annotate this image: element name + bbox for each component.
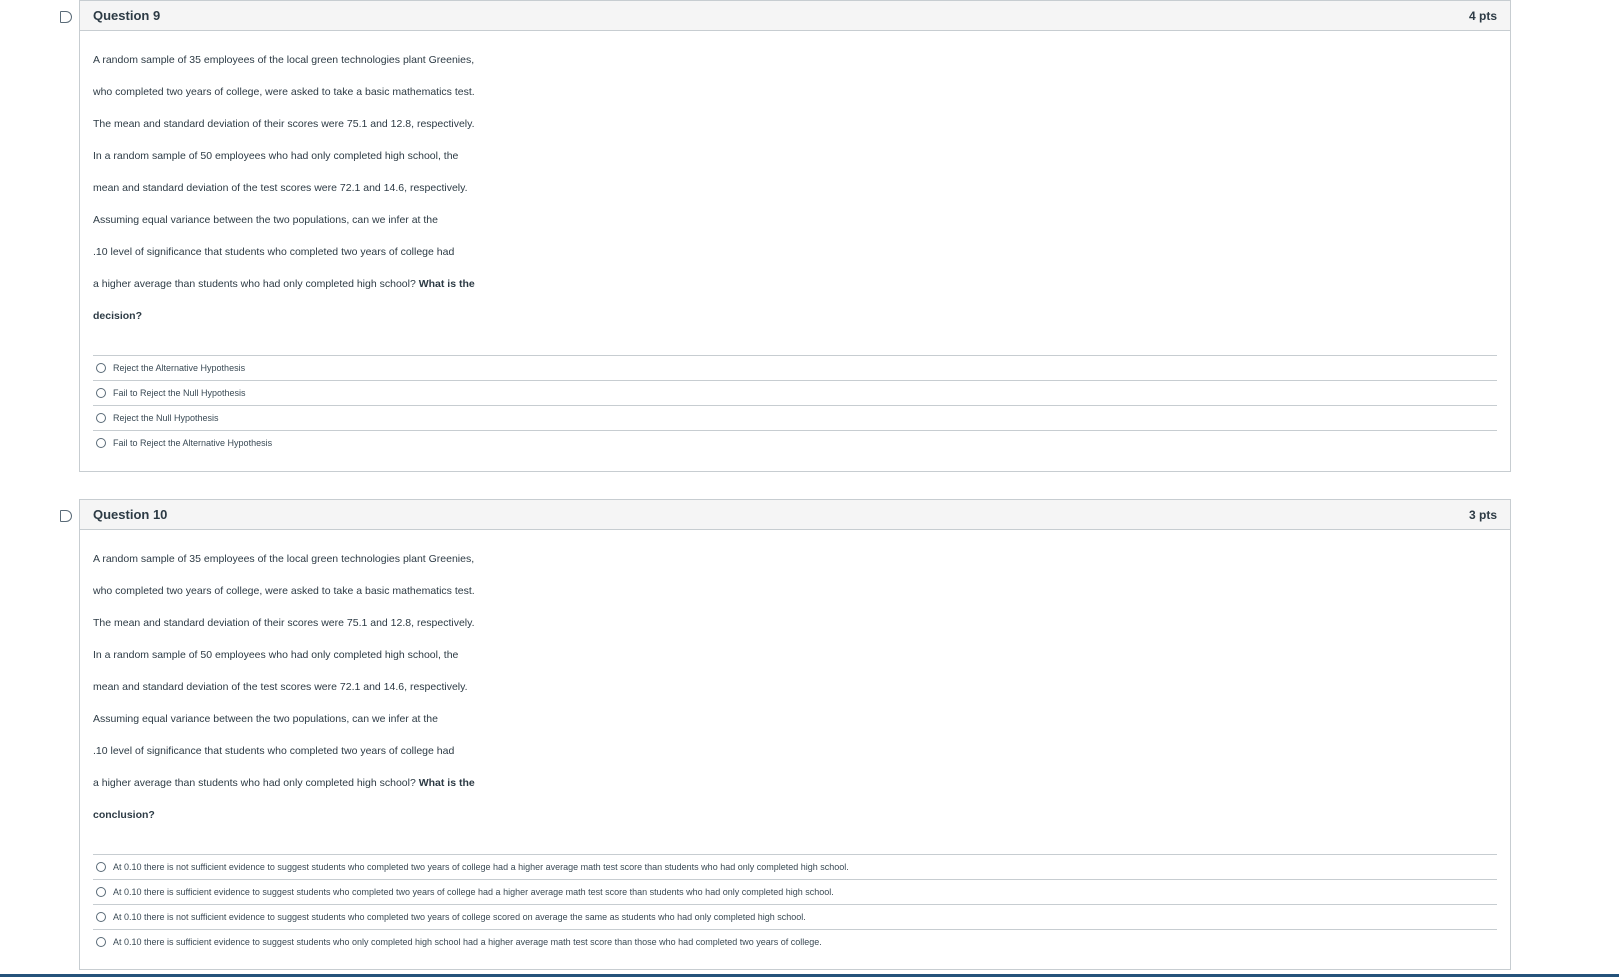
question-text-line: The mean and standard deviation of their… <box>93 118 475 130</box>
answer-option[interactable]: At 0.10 there is not sufficient evidence… <box>93 904 1497 929</box>
flag-question-icon[interactable] <box>60 510 72 522</box>
question-text-line: Assuming equal variance between the two … <box>93 214 438 226</box>
question-text-plain: a higher average than students who had o… <box>93 777 419 789</box>
question-title: Question 10 <box>93 507 168 522</box>
radio-button[interactable] <box>96 413 106 423</box>
answer-label[interactable]: At 0.10 there is not sufficient evidence… <box>113 912 806 922</box>
radio-button[interactable] <box>96 912 106 922</box>
question-header: Question 9 4 pts <box>80 1 1510 31</box>
question-text: A random sample of 35 employees of the l… <box>80 31 1510 332</box>
question-text-line: In a random sample of 50 employees who h… <box>93 649 459 661</box>
answer-option[interactable]: At 0.10 there is not sufficient evidence… <box>93 854 1497 879</box>
radio-button[interactable] <box>96 438 106 448</box>
question-prompt-bold: What is the <box>418 278 475 290</box>
question-text-line: Assuming equal variance between the two … <box>93 713 438 725</box>
question-points: 4 pts <box>1468 8 1497 23</box>
answer-label[interactable]: At 0.10 there is not sufficient evidence… <box>113 862 849 872</box>
question-9-card: Question 9 4 pts A random sample of 35 e… <box>60 0 1511 472</box>
question-text-line: who completed two years of college, were… <box>93 86 475 98</box>
question-prompt-bold: What is the <box>418 777 475 789</box>
question-header: Question 10 3 pts <box>80 500 1510 530</box>
radio-button[interactable] <box>96 363 106 373</box>
question-text: A random sample of 35 employees of the l… <box>80 530 1510 831</box>
question-text-line: A random sample of 35 employees of the l… <box>93 54 475 66</box>
radio-button[interactable] <box>96 887 106 897</box>
answer-option[interactable]: Reject the Null Hypothesis <box>93 405 1497 430</box>
answer-option[interactable]: At 0.10 there is sufficient evidence to … <box>93 879 1497 904</box>
question-text-line: a higher average than students who had o… <box>93 268 1497 300</box>
radio-button[interactable] <box>96 862 106 872</box>
answer-label[interactable]: Fail to Reject the Null Hypothesis <box>113 388 246 398</box>
question-text-line: mean and standard deviation of the test … <box>93 681 468 693</box>
question-10-card: Question 10 3 pts A random sample of 35 … <box>60 499 1511 970</box>
question-text-line: In a random sample of 50 employees who h… <box>93 150 459 162</box>
question-text-line: .10 level of significance that students … <box>93 745 455 757</box>
question-prompt-bold-tail: conclusion? <box>93 809 155 821</box>
answer-option[interactable]: Fail to Reject the Alternative Hypothesi… <box>93 430 1497 455</box>
question-text-line: decision? <box>93 300 1497 332</box>
answer-label[interactable]: Reject the Null Hypothesis <box>113 413 219 423</box>
answer-label[interactable]: Reject the Alternative Hypothesis <box>113 363 245 373</box>
question-text-line: A random sample of 35 employees of the l… <box>93 553 475 565</box>
radio-button[interactable] <box>96 937 106 947</box>
question-text-plain: a higher average than students who had o… <box>93 278 419 290</box>
answer-option[interactable]: Fail to Reject the Null Hypothesis <box>93 380 1497 405</box>
question-prompt-bold-tail: decision? <box>93 310 143 322</box>
question-title: Question 9 <box>93 8 161 23</box>
question-points: 3 pts <box>1468 507 1497 522</box>
answer-label[interactable]: Fail to Reject the Alternative Hypothesi… <box>113 438 272 448</box>
question-text-line: mean and standard deviation of the test … <box>93 182 468 194</box>
radio-button[interactable] <box>96 388 106 398</box>
answer-label[interactable]: At 0.10 there is sufficient evidence to … <box>113 937 822 947</box>
question-text-line: conclusion? <box>93 799 1497 831</box>
flag-question-icon[interactable] <box>60 11 72 23</box>
answer-option[interactable]: Reject the Alternative Hypothesis <box>93 355 1497 380</box>
answer-label[interactable]: At 0.10 there is sufficient evidence to … <box>113 887 834 897</box>
answer-option[interactable]: At 0.10 there is sufficient evidence to … <box>93 929 1497 954</box>
question-text-line: The mean and standard deviation of their… <box>93 617 475 629</box>
answer-list: At 0.10 there is not sufficient evidence… <box>93 854 1497 954</box>
question-text-line: a higher average than students who had o… <box>93 767 1497 799</box>
answer-list: Reject the Alternative Hypothesis Fail t… <box>93 355 1497 455</box>
question-text-line: .10 level of significance that students … <box>93 246 455 258</box>
question-text-line: who completed two years of college, were… <box>93 585 475 597</box>
